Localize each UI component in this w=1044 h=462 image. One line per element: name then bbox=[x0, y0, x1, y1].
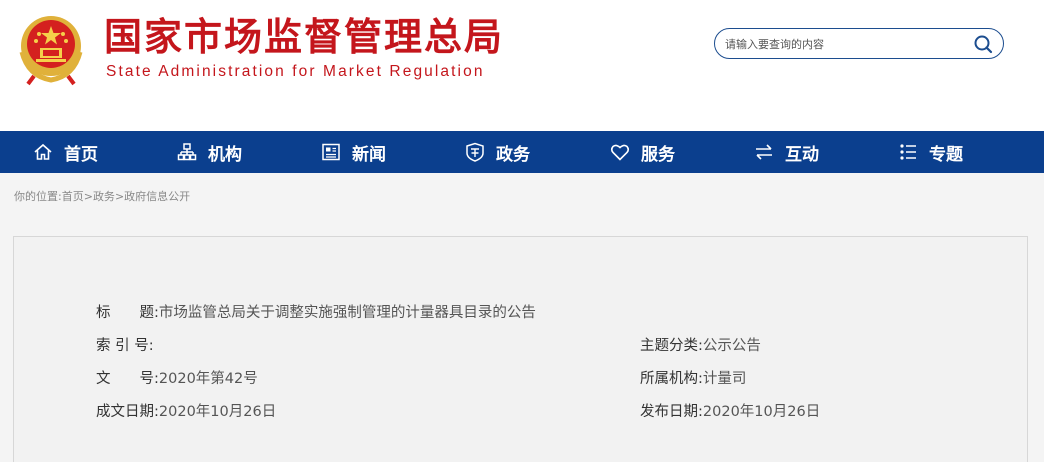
info-subject-row: 主题分类:公示公告 bbox=[640, 334, 761, 355]
info-doc-no-value: 2020年第42号 bbox=[158, 371, 258, 387]
info-written-date-value: 2020年10月26日 bbox=[158, 404, 277, 420]
info-written-date-label: 成文日期: bbox=[96, 404, 159, 420]
info-publish-date-value: 2020年10月26日 bbox=[702, 404, 821, 420]
nav-label: 互动 bbox=[785, 144, 819, 165]
nav-item-interaction[interactable]: 互动 bbox=[753, 131, 819, 173]
nav-item-topics[interactable]: 专题 bbox=[897, 131, 963, 173]
breadcrumb-separator: > bbox=[83, 190, 93, 203]
info-agency-value: 计量司 bbox=[702, 371, 747, 387]
search-input[interactable] bbox=[725, 35, 965, 53]
nav-label: 首页 bbox=[64, 144, 98, 165]
nav-label: 服务 bbox=[641, 144, 675, 165]
breadcrumb-link-home[interactable]: 首页 bbox=[62, 190, 84, 203]
nav-item-service[interactable]: 服务 bbox=[609, 131, 675, 173]
home-icon bbox=[34, 143, 52, 160]
heart-icon bbox=[610, 144, 630, 161]
list-icon bbox=[900, 144, 916, 160]
main-nav: 首页 机构 新闻 政务 服务 互动 专题 bbox=[0, 131, 1044, 173]
site-title-cn[interactable]: 国家市场监督管理总局 bbox=[104, 14, 504, 60]
breadcrumb-separator: > bbox=[114, 190, 125, 203]
breadcrumb-link-public-info[interactable]: 政府信息公开 bbox=[124, 190, 190, 203]
breadcrumb-link-government[interactable]: 政务 bbox=[93, 190, 115, 203]
search-box bbox=[714, 28, 1004, 59]
info-subject-value: 公示公告 bbox=[702, 338, 761, 354]
info-agency-label: 所属机构: bbox=[640, 371, 703, 387]
info-publish-date-row: 发布日期:2020年10月26日 bbox=[640, 400, 820, 421]
exchange-icon bbox=[756, 144, 772, 160]
nav-label: 机构 bbox=[208, 144, 242, 165]
info-title-row: 标 题:市场监管总局关于调整实施强制管理的计量器具目录的公告 bbox=[96, 301, 536, 322]
nav-label: 政务 bbox=[496, 144, 530, 165]
info-doc-no-label: 文 号: bbox=[96, 371, 159, 387]
info-title-label: 标 题: bbox=[96, 305, 159, 321]
info-publish-date-label: 发布日期: bbox=[640, 404, 703, 420]
nav-item-news[interactable]: 新闻 bbox=[320, 131, 386, 173]
national-emblem-icon[interactable] bbox=[14, 12, 88, 86]
info-subject-label: 主题分类: bbox=[640, 338, 703, 354]
info-doc-no-row: 文 号:2020年第42号 bbox=[96, 367, 258, 388]
nav-item-org[interactable]: 机构 bbox=[176, 131, 242, 173]
nav-label: 专题 bbox=[929, 144, 963, 165]
site-title-en[interactable]: State Administration for Market Regulati… bbox=[106, 63, 485, 81]
breadcrumb-prefix: 你的位置: bbox=[14, 190, 62, 203]
info-index-label: 索 引 号: bbox=[96, 338, 154, 354]
site-header: 国家市场监督管理总局 State Administration for Mark… bbox=[0, 0, 1044, 131]
search-icon[interactable] bbox=[973, 34, 993, 54]
info-agency-row: 所属机构:计量司 bbox=[640, 367, 746, 388]
nav-item-home[interactable]: 首页 bbox=[32, 131, 98, 173]
org-chart-icon bbox=[177, 143, 197, 161]
breadcrumb: 你的位置:首页>政务>政府信息公开 bbox=[14, 188, 190, 204]
info-written-date-row: 成文日期:2020年10月26日 bbox=[96, 400, 276, 421]
nav-label: 新闻 bbox=[352, 144, 386, 165]
shield-icon bbox=[466, 142, 484, 162]
nav-item-government[interactable]: 政务 bbox=[464, 131, 530, 173]
info-index-row: 索 引 号: bbox=[96, 334, 154, 355]
newspaper-icon bbox=[322, 143, 340, 161]
info-title-value: 市场监管总局关于调整实施强制管理的计量器具目录的公告 bbox=[158, 305, 536, 321]
document-info-panel: 标 题:市场监管总局关于调整实施强制管理的计量器具目录的公告 索 引 号: 主题… bbox=[13, 236, 1028, 462]
